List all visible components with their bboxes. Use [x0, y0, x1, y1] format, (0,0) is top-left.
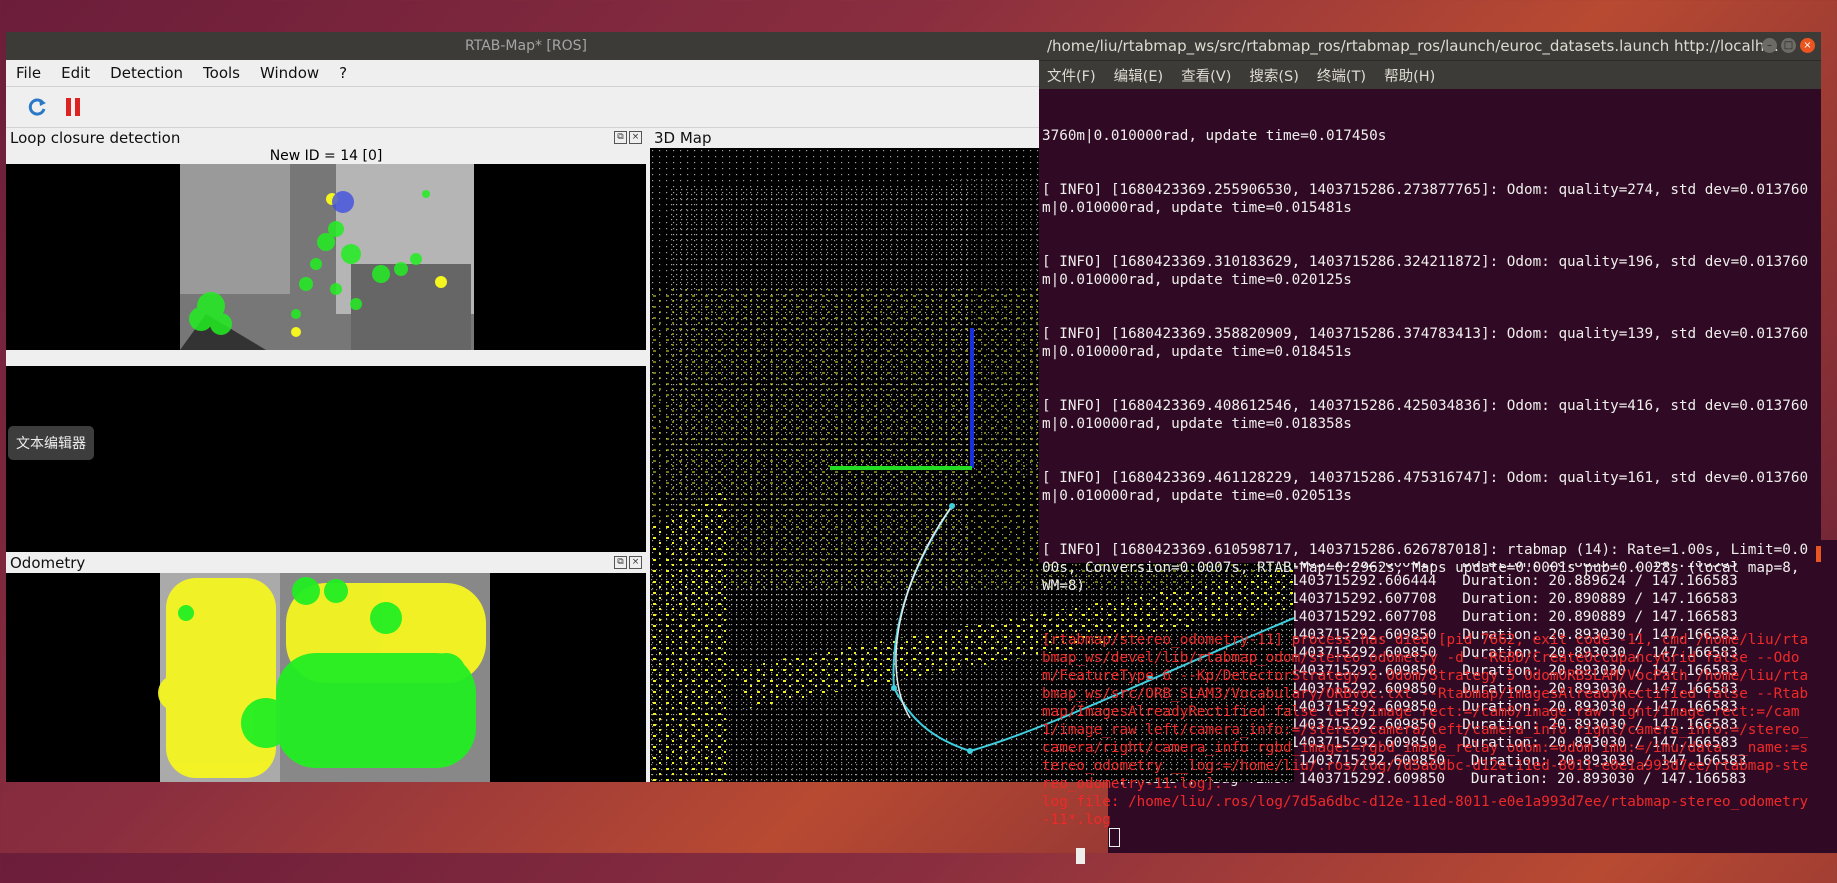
terminal-titlebar: /home/liu/rtabmap_ws/src/rtabmap_ros/rta… [1039, 32, 1821, 60]
odometry-panel-controls: ⧉ × [614, 556, 642, 569]
pause-button[interactable] [60, 94, 86, 120]
roslaunch-terminal-window[interactable]: /home/liu/rtabmap_ws/src/rtabmap_ros/rta… [1039, 32, 1821, 864]
close-icon[interactable]: × [1800, 38, 1815, 53]
menu-edit[interactable]: 编辑(E) [1114, 65, 1163, 86]
menu-search[interactable]: 搜索(S) [1249, 65, 1299, 86]
text-editor-tooltip: 文本编辑器 [8, 426, 94, 460]
float-icon[interactable]: ⧉ [614, 131, 627, 144]
rtabmap-titlebar: RTAB-Map* [ROS] [6, 32, 1046, 60]
menu-edit[interactable]: Edit [61, 64, 90, 82]
log-line: [ INFO] [1680423369.408612546, 140371528… [1042, 398, 1809, 432]
close-icon[interactable]: × [629, 556, 642, 569]
odometry-camera-image [158, 573, 490, 782]
rtabmap-menubar: File Edit Detection Tools Window ? [6, 60, 1046, 87]
menu-window[interactable]: Window [260, 64, 319, 82]
odometry-panel: Odometry ⧉ × [6, 553, 646, 782]
loop-match-view [6, 366, 646, 552]
log-line: 3760m|0.010000rad, update time=0.017450s [1042, 128, 1387, 144]
loop-panel-controls: ⧉ × [614, 131, 642, 144]
loop-panel-title: Loop closure detection [10, 129, 181, 147]
log-line: [ INFO] [1680423369.358820909, 140371528… [1042, 326, 1809, 360]
loop-camera-image [180, 164, 474, 350]
scrollbar[interactable] [1816, 546, 1821, 562]
minimize-icon[interactable]: – [1762, 38, 1777, 53]
loop-image-view [6, 164, 646, 350]
float-icon[interactable]: ⧉ [614, 556, 627, 569]
rtabmap-toolbar [6, 87, 1046, 128]
terminal-menubar: 文件(F) 编辑(E) 查看(V) 搜索(S) 终端(T) 帮助(H) [1039, 60, 1821, 89]
close-icon[interactable]: × [629, 131, 642, 144]
menu-help[interactable]: 帮助(H) [1384, 65, 1435, 86]
menu-file[interactable]: 文件(F) [1047, 65, 1096, 86]
menu-help[interactable]: ? [339, 64, 347, 82]
log-line: [ INFO] [1680423369.461128229, 140371528… [1042, 470, 1809, 504]
terminal-cursor [1076, 848, 1086, 864]
menu-tools[interactable]: Tools [203, 64, 240, 82]
window-controls: – □ × [1762, 38, 1815, 53]
loop-closure-panel: Loop closure detection ⧉ × New ID = 14 [0… [6, 128, 646, 552]
refresh-icon [28, 98, 46, 116]
menu-detection[interactable]: Detection [110, 64, 183, 82]
log-line: [ INFO] [1680423369.310183629, 140371528… [1042, 254, 1809, 288]
odometry-image-view [6, 573, 646, 782]
odometry-panel-title: Odometry [10, 554, 86, 572]
maximize-icon[interactable]: □ [1781, 38, 1796, 53]
menu-view[interactable]: 查看(V) [1181, 65, 1231, 86]
terminal-output: 3760m|0.010000rad, update time=0.017450s… [1039, 89, 1814, 883]
rtabmap-window[interactable]: RTAB-Map* [ROS] File Edit Detection Tool… [6, 32, 1294, 782]
error-message: [rtabmap/stereo_odometry-11] process has… [1042, 632, 1809, 828]
new-id-label: New ID = 14 [0] [269, 148, 383, 164]
refresh-button[interactable] [24, 94, 50, 120]
terminal-title: /home/liu/rtabmap_ws/src/rtabmap_ros/rta… [1047, 37, 1779, 55]
log-line: [ INFO] [1680423369.255906530, 140371528… [1042, 182, 1809, 216]
menu-terminal[interactable]: 终端(T) [1317, 65, 1366, 86]
menu-file[interactable]: File [16, 64, 41, 82]
log-line: [ INFO] [1680423369.610598717, 140371528… [1042, 542, 1809, 594]
pause-icon [66, 98, 80, 116]
